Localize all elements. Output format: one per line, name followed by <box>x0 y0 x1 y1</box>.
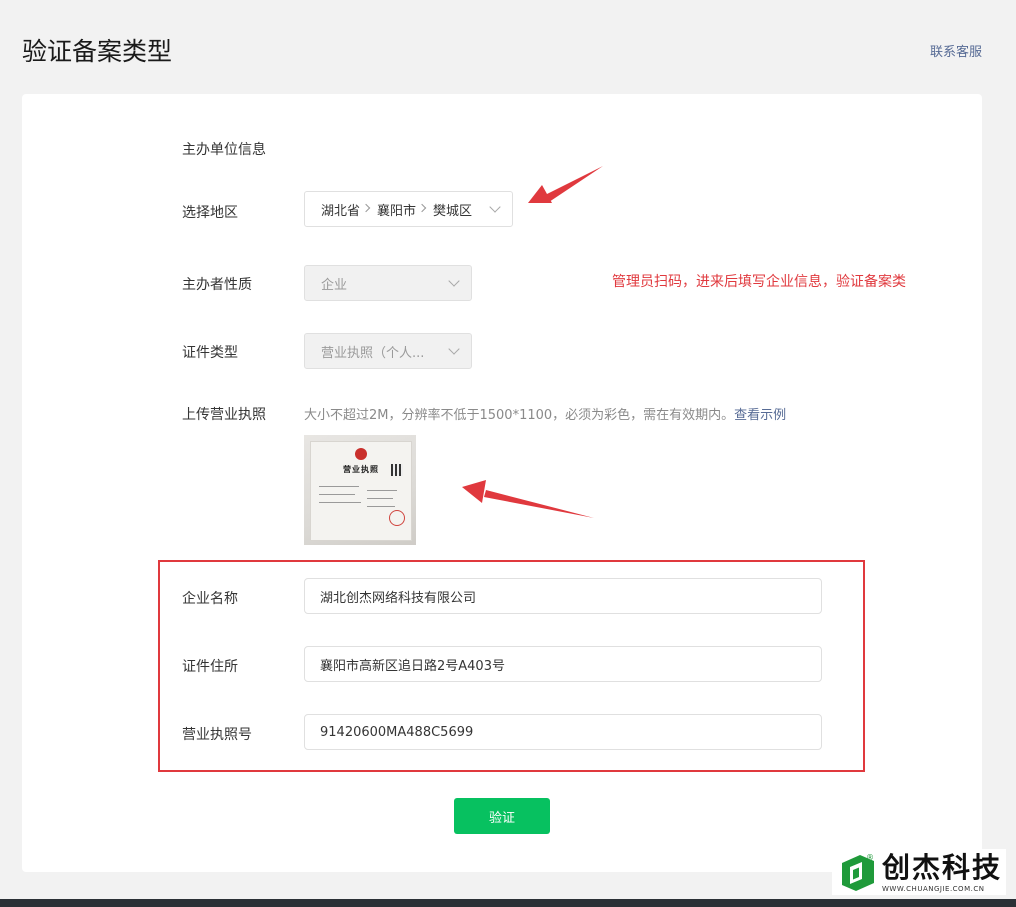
svg-text:®: ® <box>866 853 874 862</box>
chuangjie-logo-icon: ® <box>841 853 874 891</box>
footer-bar <box>0 899 1016 907</box>
brand-url: WWW.CHUANGJIE.COM.CN <box>881 885 985 893</box>
brand-name: 创杰科技 <box>881 851 1002 884</box>
arrowhead-license-icon <box>462 480 486 503</box>
arrow-to-region-icon <box>545 166 603 202</box>
annotation-arrows <box>462 166 603 518</box>
arrow-to-license-icon <box>484 490 594 518</box>
brand-watermark: ® 创杰科技 WWW.CHUANGJIE.COM.CN <box>831 849 1006 895</box>
